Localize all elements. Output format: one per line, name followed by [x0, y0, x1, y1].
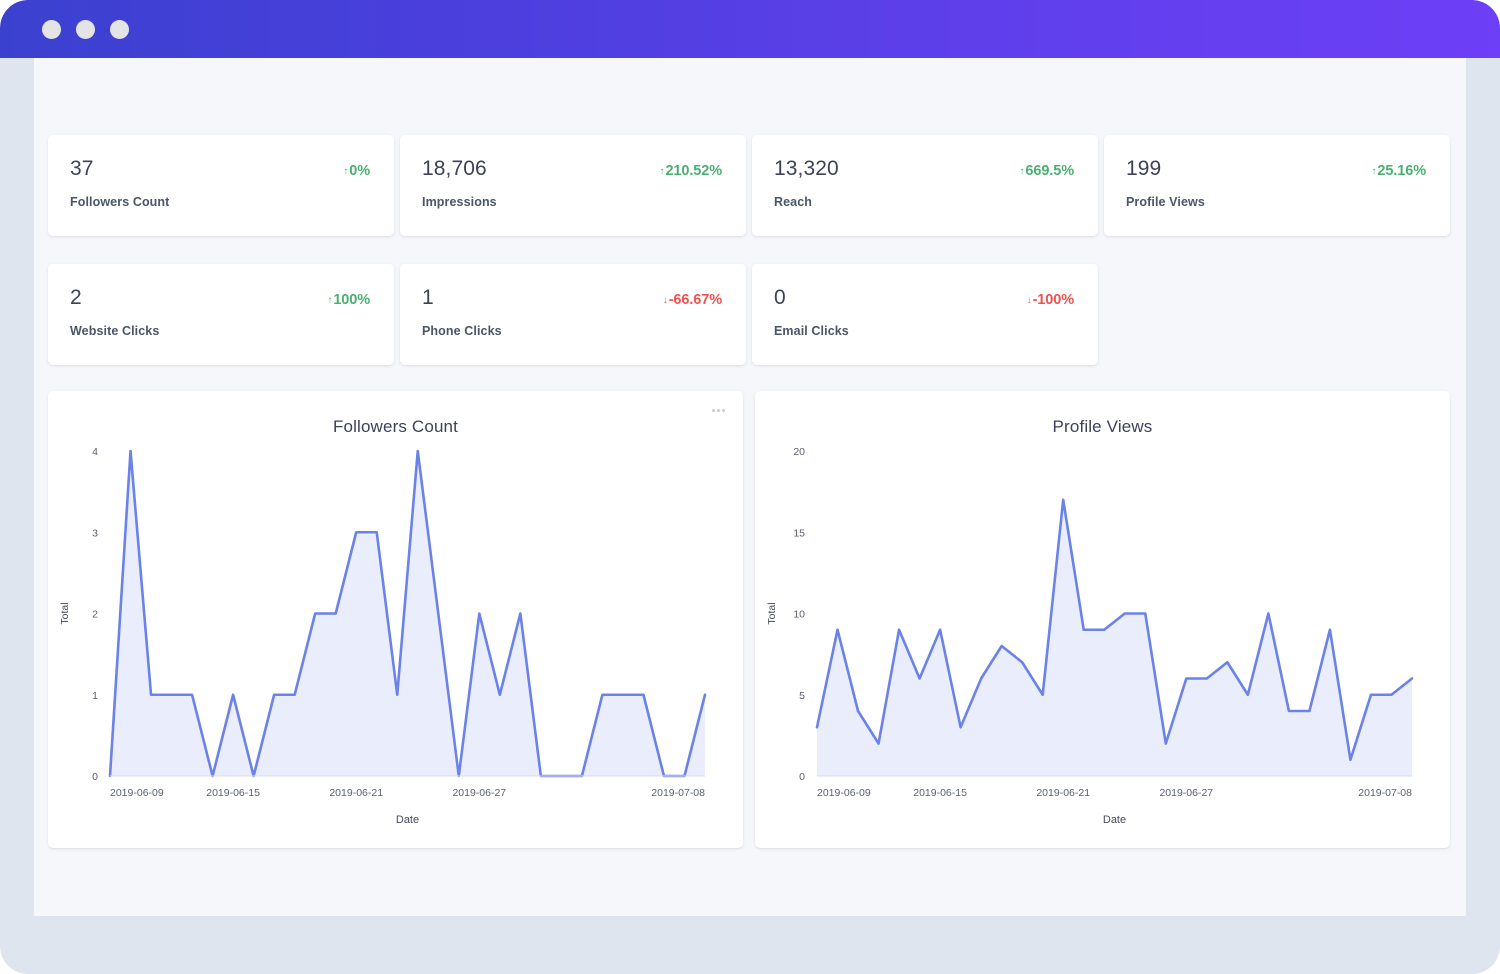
stat-card-impressions[interactable]: 18,706 ↑210.52% Impressions: [400, 135, 746, 236]
close-icon[interactable]: [42, 20, 61, 39]
more-options-icon[interactable]: [707, 403, 729, 417]
chart-plot-area: 0 1 2 3 4 2019-06-09 2019-06-15 2019-06-21 2019-…: [48, 433, 743, 848]
stat-label: Followers Count: [70, 195, 370, 209]
stat-delta-value: 100%: [333, 292, 370, 308]
stat-value: 2: [70, 286, 82, 310]
chart-plot-area: 0 5 10 15 20 2019-06-09 2019-06-15 2019-06-21 20…: [755, 433, 1450, 848]
chart-cards-row: Followers Count 012342019-06-092019-06-1…: [48, 391, 1466, 848]
x-axis-tick-label: 2019-07-08: [1358, 787, 1412, 799]
stat-delta: ↑210.52%: [660, 163, 722, 179]
arrow-down-icon: ↓: [663, 295, 668, 306]
stat-delta: ↑100%: [327, 292, 370, 308]
arrow-up-icon: ↑: [343, 166, 348, 177]
stat-value: 13,320: [774, 157, 839, 181]
browser-window: 37 ↑0% Followers Count 18,706 ↑210.52% I…: [0, 0, 1500, 974]
window-titlebar: [0, 0, 1500, 58]
stat-card-followers-count[interactable]: 37 ↑0% Followers Count: [48, 135, 394, 236]
stat-delta-value: 0%: [349, 163, 370, 179]
stat-delta-value: 25.16%: [1377, 163, 1426, 179]
y-axis-tick-label: 1: [92, 690, 98, 702]
app-viewport: 37 ↑0% Followers Count 18,706 ↑210.52% I…: [34, 58, 1466, 916]
chart-svg: 0 5 10 15 20 2019-06-09 2019-06-15 2019-06-21 20…: [755, 433, 1450, 848]
chart-svg: 0 1 2 3 4 2019-06-09 2019-06-15 2019-06-21 2019-…: [48, 433, 743, 848]
x-axis-tick-label: 2019-06-15: [913, 787, 967, 799]
y-axis-tick-label: 10: [793, 609, 805, 621]
stat-card-header: 18,706 ↑210.52%: [422, 157, 722, 181]
stat-label: Website Clicks: [70, 324, 370, 338]
y-axis-tick-label: 4: [92, 446, 98, 458]
stat-value: 18,706: [422, 157, 487, 181]
arrow-up-icon: ↑: [1020, 166, 1025, 177]
x-axis-tick-label: 2019-06-21: [1036, 787, 1090, 799]
y-axis-tick-label: 2: [92, 609, 98, 621]
dashboard-content: 37 ↑0% Followers Count 18,706 ↑210.52% I…: [48, 135, 1466, 848]
arrow-up-icon: ↑: [660, 166, 665, 177]
stat-card-profile-views[interactable]: 199 ↑25.16% Profile Views: [1104, 135, 1450, 236]
window-controls: [42, 20, 129, 39]
stat-card-header: 2 ↑100%: [70, 286, 370, 310]
maximize-icon[interactable]: [110, 20, 129, 39]
stat-delta: ↓-100%: [1027, 292, 1074, 308]
y-axis-title: Total: [59, 602, 71, 624]
stat-delta: ↓-66.67%: [663, 292, 722, 308]
stat-card-phone-clicks[interactable]: 1 ↓-66.67% Phone Clicks: [400, 264, 746, 365]
stat-label: Profile Views: [1126, 195, 1426, 209]
stat-delta: ↑25.16%: [1372, 163, 1427, 179]
stat-label: Phone Clicks: [422, 324, 722, 338]
stat-card-header: 0 ↓-100%: [774, 286, 1074, 310]
stat-card-website-clicks[interactable]: 2 ↑100% Website Clicks: [48, 264, 394, 365]
stat-card-email-clicks[interactable]: 0 ↓-100% Email Clicks: [752, 264, 1098, 365]
y-axis-tick-label: 15: [793, 527, 805, 539]
y-axis-tick-label: 20: [793, 446, 805, 458]
stat-card-reach[interactable]: 13,320 ↑669.5% Reach: [752, 135, 1098, 236]
x-axis-title: Date: [1103, 814, 1126, 826]
minimize-icon[interactable]: [76, 20, 95, 39]
stat-value: 37: [70, 157, 94, 181]
arrow-up-icon: ↑: [1372, 166, 1377, 177]
stat-card-header: 13,320 ↑669.5%: [774, 157, 1074, 181]
y-axis-title: Total: [766, 602, 778, 624]
stat-delta: ↑0%: [343, 163, 370, 179]
y-axis-tick-label: 0: [92, 771, 98, 783]
stat-delta-value: -66.67%: [669, 292, 722, 308]
y-axis-tick-label: 5: [799, 690, 805, 702]
chart-area-fill: [817, 500, 1412, 776]
chart-card-followers-count: Followers Count 012342019-06-092019-06-1…: [48, 391, 743, 848]
y-axis-tick-label: 3: [92, 527, 98, 539]
stat-cards-row-1: 37 ↑0% Followers Count 18,706 ↑210.52% I…: [48, 135, 1466, 236]
stat-card-header: 1 ↓-66.67%: [422, 286, 722, 310]
x-axis-tick-label: 2019-06-09: [110, 787, 164, 799]
stat-label: Reach: [774, 195, 1074, 209]
stat-delta-value: 210.52%: [665, 163, 722, 179]
x-axis-title: Date: [396, 814, 419, 826]
stat-card-header: 199 ↑25.16%: [1126, 157, 1426, 181]
x-axis-tick-label: 2019-06-09: [817, 787, 871, 799]
stat-cards-row-2: 2 ↑100% Website Clicks 1 ↓-66.67% Phone …: [48, 264, 1466, 365]
x-axis-tick-label: 2019-06-27: [452, 787, 506, 799]
arrow-up-icon: ↑: [327, 295, 332, 306]
x-axis-tick-label: 2019-06-27: [1159, 787, 1213, 799]
x-axis-tick-label: 2019-06-15: [206, 787, 260, 799]
stat-delta-value: -100%: [1033, 292, 1074, 308]
stat-delta: ↑669.5%: [1020, 163, 1075, 179]
stat-delta-value: 669.5%: [1025, 163, 1074, 179]
arrow-down-icon: ↓: [1027, 295, 1032, 306]
stat-label: Impressions: [422, 195, 722, 209]
stat-label: Email Clicks: [774, 324, 1074, 338]
stat-card-header: 37 ↑0%: [70, 157, 370, 181]
stat-value: 0: [774, 286, 786, 310]
chart-card-profile-views: Profile Views 051015202019-06-092019-06-…: [755, 391, 1450, 848]
stat-value: 1: [422, 286, 434, 310]
x-axis-tick-label: 2019-07-08: [651, 787, 705, 799]
y-axis-tick-label: 0: [799, 771, 805, 783]
stat-value: 199: [1126, 157, 1161, 181]
x-axis-tick-label: 2019-06-21: [329, 787, 383, 799]
